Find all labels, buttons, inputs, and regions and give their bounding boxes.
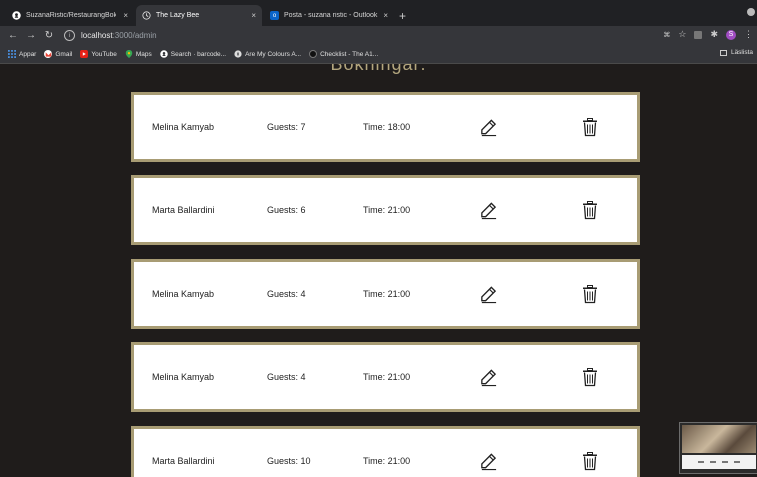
edit-icon[interactable]	[479, 201, 498, 220]
booking-name: Marta Ballardini	[152, 456, 215, 466]
extension-icon[interactable]	[694, 30, 703, 39]
bookmark-search-barcode[interactable]: Search · barcode...	[160, 50, 226, 58]
kebab-menu-icon[interactable]: ⋮	[744, 29, 753, 40]
edit-icon[interactable]	[479, 452, 498, 471]
edit-icon[interactable]	[479, 285, 498, 304]
booking-time: Time: 18:00	[363, 122, 411, 132]
booking-time: Time: 21:00	[363, 289, 411, 299]
youtube-icon	[80, 50, 89, 58]
bookmark-label: YouTube	[91, 50, 117, 58]
booking-guests: Guests: 10	[267, 456, 311, 466]
trash-icon[interactable]	[582, 285, 598, 304]
bookmark-label: Search · barcode...	[170, 50, 227, 58]
bookmark-label: Are My Colours A...	[245, 50, 302, 58]
booking-card: Marta Ballardini Guests: 10 Time: 21:00	[131, 426, 640, 477]
maps-icon	[125, 50, 133, 58]
browser-tab-lazy-bee[interactable]: The Lazy Bee ×	[136, 5, 262, 26]
compass-icon	[234, 50, 242, 58]
reload-icon[interactable]: ↻	[44, 30, 54, 41]
bookmark-label: Checklist - The A1...	[320, 50, 379, 58]
page-title: Bokningar:	[330, 64, 427, 74]
close-icon[interactable]: ×	[123, 11, 128, 20]
admin-page: Bokningar: Melina Kamyab Guests: 7 Time:…	[0, 64, 757, 477]
bookmark-are-my-colours[interactable]: Are My Colours A...	[234, 50, 301, 58]
booking-guests: Guests: 6	[267, 205, 306, 215]
screenshot-thumbnail[interactable]	[679, 422, 757, 474]
bookmark-gmail[interactable]: Gmail	[44, 50, 72, 58]
new-tab-button[interactable]: +	[399, 9, 406, 23]
outlook-icon: o	[270, 11, 279, 20]
booking-card: Melina Kamyab Guests: 7 Time: 18:00	[131, 92, 640, 162]
reading-list-icon	[719, 49, 727, 56]
booking-guests: Guests: 4	[267, 289, 306, 299]
thumbnail-dot	[734, 461, 740, 463]
booking-card: Melina Kamyab Guests: 4 Time: 21:00	[131, 342, 640, 412]
browser-menu-icon[interactable]	[747, 8, 755, 16]
trash-icon[interactable]	[582, 118, 598, 137]
booking-time: Time: 21:00	[363, 456, 411, 466]
apps-grid-icon	[8, 50, 16, 58]
bookmark-label: Appar	[19, 50, 37, 58]
star-icon[interactable]: ☆	[678, 29, 686, 40]
thumbnail-photo	[682, 425, 756, 453]
booking-card: Marta Ballardini Guests: 6 Time: 21:00	[131, 175, 640, 245]
booking-name: Melina Kamyab	[152, 122, 215, 132]
booking-name: Melina Kamyab	[152, 372, 215, 382]
trash-icon[interactable]	[582, 368, 598, 387]
puzzle-icon[interactable]: ✱	[710, 29, 718, 40]
address-bar[interactable]: i localhost:3000/admin	[64, 28, 664, 43]
address-path: :3000/admin	[112, 31, 157, 40]
browser-toolbar: ← → ↻ i localhost:3000/admin ⌘ ☆ ✱ S ⋮	[0, 26, 757, 45]
booking-guests: Guests: 7	[267, 122, 306, 132]
info-icon[interactable]: i	[64, 30, 75, 41]
circle-icon	[309, 50, 318, 58]
booking-name: Marta Ballardini	[152, 205, 215, 215]
bookmark-youtube[interactable]: YouTube	[80, 50, 117, 58]
forward-arrow-icon[interactable]: →	[26, 30, 36, 41]
booking-card: Melina Kamyab Guests: 4 Time: 21:00	[131, 259, 640, 329]
thumbnail-bar	[682, 455, 756, 469]
booking-time: Time: 21:00	[363, 372, 411, 382]
trash-icon[interactable]	[582, 452, 598, 471]
tab-title: The Lazy Bee	[156, 12, 200, 19]
edit-icon[interactable]	[479, 368, 498, 387]
reading-list-label: Läslista	[730, 49, 753, 56]
edit-icon[interactable]	[479, 118, 498, 137]
trash-icon[interactable]	[582, 201, 598, 220]
browser-tab-github[interactable]: SuzanaRistic/RestaurangBokni ×	[6, 5, 134, 26]
bookmark-maps[interactable]: Maps	[125, 50, 152, 58]
back-arrow-icon[interactable]: ←	[8, 30, 18, 41]
browser-tab-strip: SuzanaRistic/RestaurangBokni × The Lazy …	[0, 0, 757, 26]
profile-avatar[interactable]: S	[726, 29, 736, 40]
tab-title: SuzanaRistic/RestaurangBokni	[26, 12, 116, 19]
thumbnail-dot	[698, 461, 704, 463]
github-icon	[160, 50, 168, 58]
tab-title: Posta - suzana ristic - Outlook	[284, 12, 378, 19]
github-icon	[12, 11, 21, 20]
booking-time: Time: 21:00	[363, 205, 411, 215]
bookmark-label: Gmail	[55, 50, 73, 58]
browser-tab-outlook[interactable]: o Posta - suzana ristic - Outlook ×	[264, 5, 394, 26]
bookmark-label: Maps	[135, 50, 152, 58]
booking-name: Melina Kamyab	[152, 289, 215, 299]
gmail-icon	[44, 50, 53, 58]
thumbnail-dot	[722, 461, 728, 463]
close-icon[interactable]: ×	[383, 11, 388, 20]
bookmark-checklist[interactable]: Checklist - The A1...	[309, 50, 378, 58]
toolbar-actions: ⌘ ☆ ✱ S ⋮	[663, 29, 753, 40]
address-host: localhost	[81, 31, 113, 40]
bookmarks-bar: Appar Gmail YouTube Maps Search · barcod…	[0, 45, 757, 64]
translate-icon[interactable]: ⌘	[663, 31, 670, 39]
globe-icon	[142, 11, 151, 20]
bookmark-appar[interactable]: Appar	[8, 50, 36, 58]
thumbnail-dot	[710, 461, 716, 463]
reading-list[interactable]: Läslista	[719, 49, 753, 56]
booking-guests: Guests: 4	[267, 372, 306, 382]
close-icon[interactable]: ×	[251, 11, 256, 20]
